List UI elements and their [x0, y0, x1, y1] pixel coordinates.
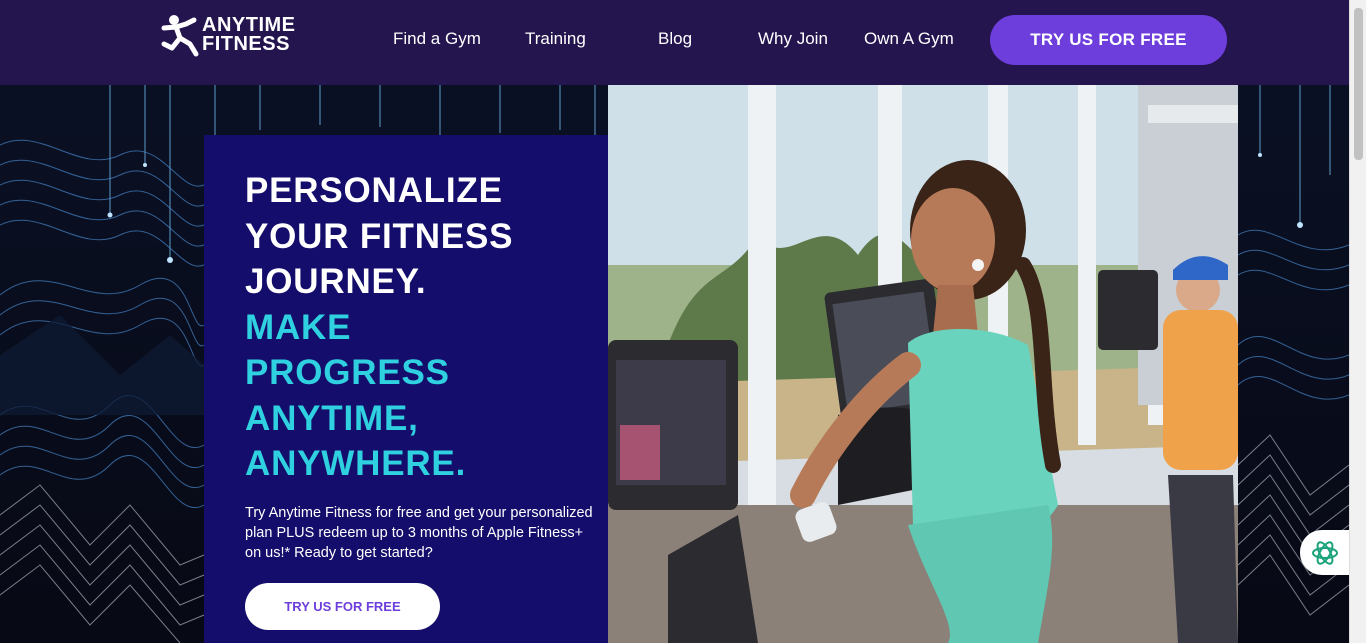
page-scrollbar[interactable]	[1349, 0, 1366, 643]
chat-assistant-button[interactable]	[1300, 530, 1349, 575]
nav-link-training[interactable]: Training	[525, 29, 586, 49]
anytime-fitness-logo[interactable]: ANYTIME FITNESS	[160, 14, 325, 60]
hero-photo-treadmill	[608, 85, 1238, 643]
nav-link-blog[interactable]: Blog	[658, 29, 692, 49]
hero-section: PERSONALIZE YOUR FITNESS JOURNEY. MAKE P…	[0, 85, 1349, 643]
headline-line: YOUR FITNESS	[245, 216, 514, 256]
logo-word-fitness: FITNESS	[202, 33, 290, 55]
nav-link-find-a-gym[interactable]: Find a Gym	[393, 29, 481, 49]
headline-line-accent: MAKE	[245, 307, 352, 347]
hero-headline: PERSONALIZE YOUR FITNESS JOURNEY. MAKE P…	[245, 168, 595, 487]
hero-description: Try Anytime Fitness for free and get you…	[245, 505, 593, 561]
hero-content-panel: PERSONALIZE YOUR FITNESS JOURNEY. MAKE P…	[204, 135, 608, 643]
scrollbar-thumb[interactable]	[1354, 8, 1363, 160]
chat-assistant-icon	[1311, 540, 1338, 565]
headline-line-accent: ANYTIME,	[245, 398, 419, 438]
running-man-logo-icon	[161, 15, 199, 57]
headline-line: PERSONALIZE	[245, 171, 503, 210]
nav-link-own-a-gym[interactable]: Own A Gym	[864, 29, 954, 49]
nav-link-why-join[interactable]: Why Join	[758, 29, 828, 49]
logo-wordmark: ANYTIME FITNESS	[202, 15, 296, 55]
headline-line: JOURNEY.	[245, 262, 427, 301]
headline-line-accent: PROGRESS	[245, 353, 450, 392]
headline-line-accent: ANYWHERE.	[245, 444, 467, 483]
top-navigation: ANYTIME FITNESS Find a Gym Training Blog…	[0, 0, 1366, 85]
hero-try-us-for-free-button[interactable]: TRY US FOR FREE	[245, 583, 440, 630]
try-us-for-free-button[interactable]: TRY US FOR FREE	[990, 15, 1227, 65]
